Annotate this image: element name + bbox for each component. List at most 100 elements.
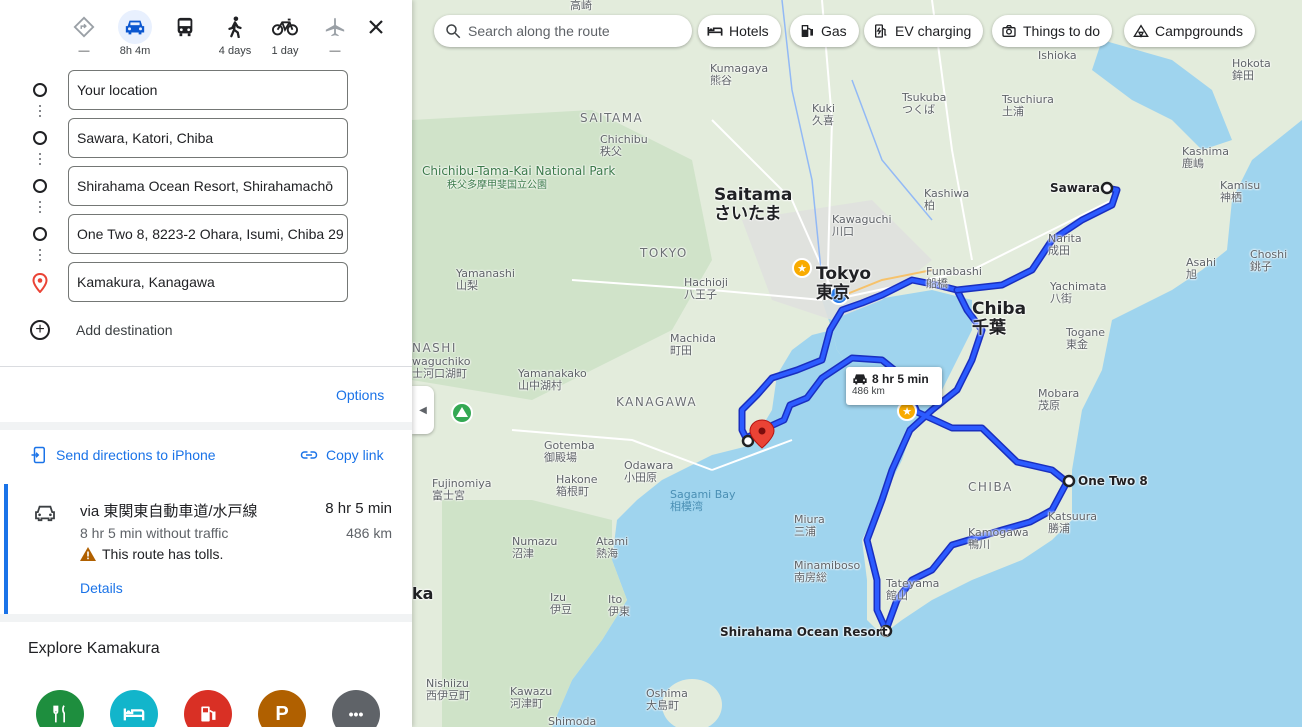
add-destination-button[interactable]: + Add destination xyxy=(0,318,412,344)
route-box-time: 8 hr 5 min xyxy=(872,372,929,386)
map-label-mobara: Mobara 茂原 xyxy=(1038,387,1080,412)
map-label-fujinomiya: Fujinomiya 富士宮 xyxy=(432,477,492,502)
map-label-odawara: Odawara 小田原 xyxy=(624,459,674,484)
car-icon xyxy=(125,20,145,35)
waypoint-row-3: Shirahama Ocean Resort, Shirahamachō xyxy=(0,166,412,206)
waypoint-input-4[interactable]: One Two 8, 8223-2 Ohara, Isumi, Chiba 29 xyxy=(68,214,348,254)
map-label-tokyo: Tokyo 東京 xyxy=(816,264,872,303)
close-directions-button[interactable] xyxy=(362,13,390,41)
explore-more-button[interactable]: ••• xyxy=(332,690,380,727)
chip-things-to-do[interactable]: Things to do xyxy=(992,15,1113,47)
explore-gas-button[interactable] xyxy=(184,690,232,727)
waypoint-row-1: Your location xyxy=(0,70,412,110)
car-icon xyxy=(853,374,867,385)
more-icon: ••• xyxy=(348,706,364,722)
map-label-chichibu: Chichibu 秩父 xyxy=(600,133,648,158)
chip-campgrounds[interactable]: Campgrounds xyxy=(1124,15,1255,47)
route-option-card[interactable]: via 東関東自動車道/水戸線 8 hr 5 min 8 hr 5 min wi… xyxy=(4,484,412,614)
explore-parking-button[interactable]: P xyxy=(258,690,306,727)
map-label-kanagawa-region: KANAGAWA xyxy=(616,395,698,409)
explore-hotels-button[interactable] xyxy=(110,690,158,727)
waypoint-input-origin[interactable]: Your location xyxy=(68,70,348,110)
map-label-choshi: Choshi 銚子 xyxy=(1250,248,1288,273)
mode-flights[interactable]: — xyxy=(315,10,355,58)
waypoint-row-4: One Two 8, 8223-2 Ohara, Isumi, Chiba 29 xyxy=(0,214,412,254)
map-label-waguchiko: waguchiko 士河口湖町 xyxy=(412,355,471,380)
route-summary-callout[interactable]: 8 hr 5 min 486 km xyxy=(846,367,942,405)
chip-ev-charging-label: EV charging xyxy=(895,23,972,39)
map-label-nishiizu: Nishiizu 西伊豆町 xyxy=(426,677,470,702)
map-label-gotemba: Gotemba 御殿場 xyxy=(544,439,595,464)
route-details-link[interactable]: Details xyxy=(80,580,123,596)
tent-icon xyxy=(1133,24,1149,38)
map-label-kawazu: Kawazu 河津町 xyxy=(510,685,553,710)
route-box-distance: 486 km xyxy=(852,386,885,397)
waypoint-input-3[interactable]: Shirahama Ocean Resort, Shirahamachō xyxy=(68,166,348,206)
map-label-kashiwa: Kashiwa 柏 xyxy=(924,187,970,212)
map-label-yamanashi: Yamanashi 山梨 xyxy=(456,267,515,292)
marker-label-one-two-8[interactable]: One Two 8 xyxy=(1078,475,1148,487)
map-label-funabashi: Funabashi 船橋 xyxy=(926,265,982,290)
tolls-warning: This route has tolls. xyxy=(80,546,223,562)
bus-icon xyxy=(177,17,193,37)
marker-label-shirahama[interactable]: Shirahama Ocean Resort xyxy=(720,626,887,638)
walking-icon xyxy=(228,16,242,38)
collapse-panel-button[interactable]: ◀ xyxy=(412,386,434,434)
map-label-chiba-region: CHIBA xyxy=(968,480,1013,494)
options-link[interactable]: Options xyxy=(336,387,384,403)
map-label-nashi: NASHI xyxy=(412,341,457,355)
maps-app: ★ ★ 高崎 Kumagaya 熊谷 SAITAMA Chichibu 秩父 Chi… xyxy=(0,0,1302,727)
copy-link-button[interactable]: Copy link xyxy=(300,446,384,464)
mode-driving-label: 8h 4m xyxy=(119,45,151,57)
map-label-kamogawa: Kamogawa 鴨川 xyxy=(968,526,1029,551)
directions-diamond-icon xyxy=(73,16,95,38)
map-label-kumagaya: Kumagaya 熊谷 xyxy=(710,62,769,87)
section-divider xyxy=(0,614,412,622)
map-label-izu: Izu 伊豆 xyxy=(550,591,572,616)
map-canvas[interactable]: ★ ★ 高崎 Kumagaya 熊谷 SAITAMA Chichibu 秩父 Chi… xyxy=(412,0,1302,727)
mode-cycling[interactable]: 1 day xyxy=(265,10,305,58)
chip-gas[interactable]: Gas xyxy=(790,15,859,47)
map-label-yamanakako: Yamanakako 山中湖村 xyxy=(518,367,587,392)
map-label-tateyama: Tateyama 館山 xyxy=(886,577,940,602)
map-label-national-park: Chichibu-Tama-Kai National Park 秩父多摩甲斐国立公… xyxy=(422,164,616,192)
waypoint-input-2[interactable]: Sawara, Katori, Chiba xyxy=(68,118,348,158)
close-icon xyxy=(369,20,383,34)
travel-mode-bar: — 8h 4m 4 days 1 day — xyxy=(0,0,412,62)
chip-campgrounds-label: Campgrounds xyxy=(1155,23,1243,39)
mode-best[interactable]: — xyxy=(64,10,104,58)
map-label-atami: Atami 熱海 xyxy=(596,535,629,560)
map-label-tsukuba: Tsukuba つくば xyxy=(902,91,947,116)
map-label-chiba: Chiba 千葉 xyxy=(972,299,1027,338)
directions-panel: — 8h 4m 4 days 1 day — Your location Saw… xyxy=(0,0,412,727)
origin-circle-icon xyxy=(33,83,47,97)
waypoint-row-5: Kamakura, Kanagawa xyxy=(0,262,412,302)
chip-things-to-do-label: Things to do xyxy=(1023,23,1101,39)
waypoint-circle-icon xyxy=(33,179,47,193)
mode-walking[interactable]: 4 days xyxy=(215,10,255,58)
map-label-ito: Ito 伊東 xyxy=(608,593,630,618)
waypoint-circle-icon xyxy=(33,131,47,145)
panel-divider xyxy=(0,366,412,367)
map-label-numazu: Numazu 沼津 xyxy=(512,535,558,560)
waypoint-input-destination[interactable]: Kamakura, Kanagawa xyxy=(68,262,348,302)
bed-icon xyxy=(707,27,723,36)
search-along-route[interactable]: Search along the route xyxy=(434,15,692,47)
map-label-kamisu: Kamisu 神栖 xyxy=(1220,179,1261,204)
chip-hotels[interactable]: Hotels xyxy=(698,15,781,47)
link-icon xyxy=(300,451,318,459)
map-label-ka: ka xyxy=(412,584,434,603)
marker-label-sawara[interactable]: Sawara xyxy=(1050,182,1100,194)
mode-driving[interactable]: 8h 4m xyxy=(115,10,155,58)
explore-restaurants-button[interactable] xyxy=(36,690,84,727)
send-directions-label: Send directions to iPhone xyxy=(56,447,216,463)
chip-ev-charging[interactable]: EV charging xyxy=(864,15,984,47)
tolls-warning-text: This route has tolls. xyxy=(102,546,224,562)
send-directions-button[interactable]: Send directions to iPhone xyxy=(30,446,216,464)
mode-transit[interactable] xyxy=(165,10,205,58)
map-label-kuki: Kuki 久喜 xyxy=(812,102,836,127)
chip-hotels-label: Hotels xyxy=(729,23,769,39)
plus-circle-icon: + xyxy=(30,320,50,340)
svg-text:★: ★ xyxy=(797,262,807,275)
send-to-phone-icon xyxy=(31,446,45,464)
